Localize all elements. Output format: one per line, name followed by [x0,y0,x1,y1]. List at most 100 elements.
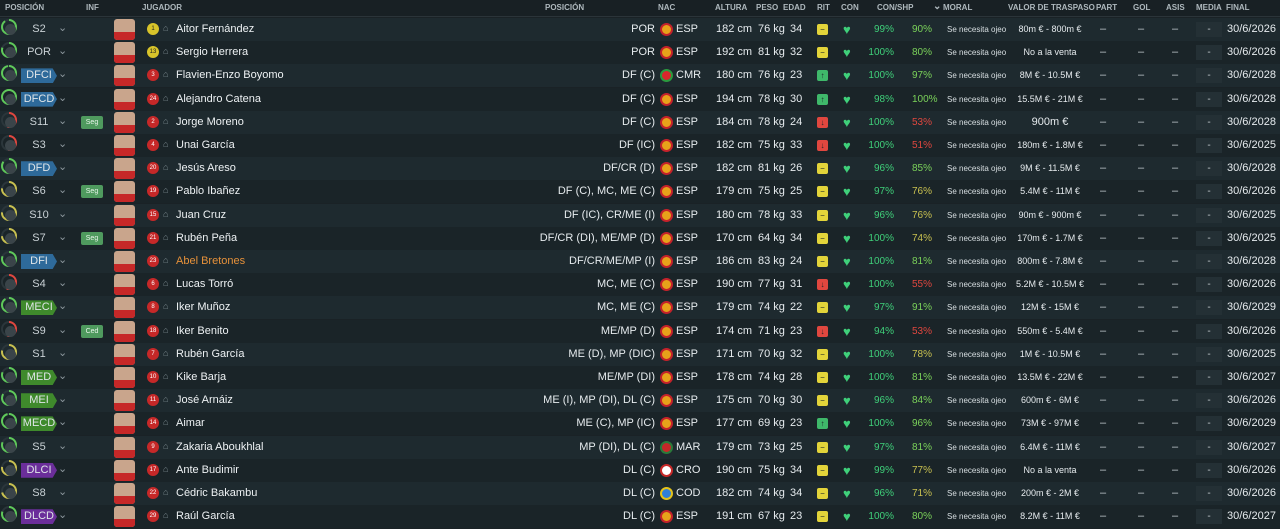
player-avatar[interactable] [114,483,135,504]
chevron-down-icon[interactable]: ⌄ [58,137,67,150]
player-avatar[interactable] [114,19,135,40]
nation-flag-icon[interactable] [660,510,673,524]
chevron-down-icon[interactable]: ⌄ [58,91,67,104]
table-row[interactable]: S4 ⌄ 6 ⌂ Lucas Torró MC, ME (C) ESP 190 cm 77 kg… [0,273,1280,297]
player-name[interactable]: Kike Barja [176,371,226,383]
squad-position-selector[interactable]: S1 [21,347,57,362]
chevron-down-icon[interactable]: ⌄ [58,276,67,289]
select-indicator[interactable] [5,372,16,383]
select-indicator[interactable] [5,116,16,128]
header-con[interactable]: CON [841,3,859,12]
select-indicator[interactable] [5,232,16,244]
player-name[interactable]: Juan Cruz [176,209,226,221]
player-name[interactable]: Aitor Fernández [176,23,254,35]
table-row[interactable]: DFI ⌄ 23 ⌂ Abel Bretones DF/CR/ME/MP (I) ESP 18… [0,250,1280,273]
player-name[interactable]: Abel Bretones [176,255,245,267]
sort-chevron-icon[interactable]: ⌄ [933,1,941,12]
squad-position-selector[interactable]: S9 [21,324,57,339]
nation-flag-icon[interactable] [660,255,673,268]
squad-position-selector[interactable]: S4 [21,277,57,292]
nation-flag-icon[interactable] [660,417,673,431]
table-row[interactable]: S10 ⌄ 15 ⌂ Juan Cruz DF (IC), CR/ME (I) ESP 180… [0,203,1280,227]
player-name[interactable]: Ante Budimir [176,464,239,476]
header-nac[interactable]: NAC [658,3,675,12]
select-indicator[interactable] [5,348,16,360]
table-row[interactable]: MECD ⌄ 14 ⌂ Aimar ME (C), MP (IC) ESP 177 cm 69 … [0,412,1280,436]
chevron-down-icon[interactable]: ⌄ [58,253,67,266]
table-row[interactable]: S3 ⌄ 4 ⌂ Unai García DF (IC) ESP 182 cm 75 kg 33 ↓… [0,134,1280,157]
select-indicator[interactable] [5,93,16,105]
nation-flag-icon[interactable] [660,23,673,36]
squad-position-selector[interactable]: DFCD [21,91,57,107]
player-name[interactable]: Iker Benito [176,325,229,337]
squad-position-selector[interactable]: MED [21,370,57,385]
table-row[interactable]: S5 ⌄ 9 ⌂ Zakaria Aboukhlal MP (DI), DL (C) MAR… [0,435,1280,459]
squad-position-selector[interactable]: DLCI [21,462,57,478]
chevron-down-icon[interactable]: ⌄ [58,21,67,34]
chevron-down-icon[interactable]: ⌄ [58,392,67,405]
header-edad[interactable]: EDAD [783,3,806,12]
nation-flag-icon[interactable] [660,185,673,199]
chevron-down-icon[interactable]: ⌄ [58,323,67,336]
player-avatar[interactable] [114,297,135,319]
squad-position-selector[interactable]: S10 [21,208,57,223]
nation-flag-icon[interactable] [660,208,673,222]
chevron-down-icon[interactable]: ⌄ [58,485,67,498]
nation-flag-icon[interactable] [660,69,673,83]
chevron-down-icon[interactable]: ⌄ [58,160,67,173]
select-indicator[interactable] [5,464,16,476]
nation-flag-icon[interactable] [660,115,673,129]
squad-position-selector[interactable]: DFI [21,254,57,269]
table-row[interactable]: DLCI ⌄ 17 ⌂ Ante Budimir DL (C) CRO 190 cm 75 kg… [0,458,1280,482]
table-row[interactable]: DFD ⌄ 20 ⌂ Jesús Areso DF/CR (D) ESP 182 cm 81 k… [0,157,1280,181]
table-row[interactable]: S6 ⌄ Seg 19 ⌂ Pablo Ibañez DF (C), MC, ME (C) E… [0,180,1280,204]
select-indicator[interactable] [5,325,16,337]
nation-flag-icon[interactable] [660,394,673,408]
header-posicion[interactable]: POSICIÓN [5,3,44,12]
player-avatar[interactable] [114,88,135,110]
player-name[interactable]: Raúl García [176,510,235,522]
squad-position-selector[interactable]: S5 [21,440,57,455]
nation-flag-icon[interactable] [660,162,673,176]
header-conshp[interactable]: CON/SHP [877,3,913,12]
squad-position-selector[interactable]: S2 [21,22,57,37]
squad-position-selector[interactable]: S3 [21,138,57,153]
header-valor[interactable]: VALOR DE TRASPASO [1008,3,1095,12]
player-avatar[interactable] [114,413,135,435]
header-final[interactable]: FINAL [1226,3,1250,12]
chevron-down-icon[interactable]: ⌄ [58,346,67,359]
player-avatar[interactable] [114,135,135,156]
select-indicator[interactable] [5,488,16,499]
player-avatar[interactable] [114,390,135,412]
select-indicator[interactable] [5,441,16,453]
nation-flag-icon[interactable] [660,440,673,454]
table-row[interactable]: MED ⌄ 10 ⌂ Kike Barja ME/MP (DI) ESP 178 cm 74 k… [0,366,1280,389]
chevron-down-icon[interactable]: ⌄ [58,439,67,452]
squad-position-selector[interactable]: S8 [21,486,57,501]
player-avatar[interactable] [114,367,135,388]
nation-flag-icon[interactable] [660,92,673,106]
player-name[interactable]: Iker Muñoz [176,301,230,313]
squad-position-selector[interactable]: POR [21,45,57,60]
player-name[interactable]: Jorge Moreno [176,116,244,128]
player-name[interactable]: Cédric Bakambu [176,487,257,499]
nation-flag-icon[interactable] [660,487,673,500]
nation-flag-icon[interactable] [660,46,673,60]
table-row[interactable]: MECI ⌄ 8 ⌂ Iker Muñoz MC, ME (C) ESP 179 cm 74 k… [0,296,1280,320]
nation-flag-icon[interactable] [660,463,673,477]
chevron-down-icon[interactable]: ⌄ [58,415,67,428]
nation-flag-icon[interactable] [660,139,673,152]
select-indicator[interactable] [5,209,16,221]
table-row[interactable]: S1 ⌄ 7 ⌂ Rubén García ME (D), MP (DIC) ESP 171 … [0,342,1280,366]
chevron-down-icon[interactable]: ⌄ [58,67,67,80]
header-altura[interactable]: ALTURA [715,3,747,12]
squad-position-selector[interactable]: MEI [21,393,57,409]
squad-position-selector[interactable]: S6 [21,184,57,199]
header-posicion-detail[interactable]: POSICIÓN [545,3,584,12]
nation-flag-icon[interactable] [660,231,673,245]
player-name[interactable]: Lucas Torró [176,278,233,290]
player-name[interactable]: Aimar [176,417,205,429]
nation-flag-icon[interactable] [660,371,673,384]
header-gol[interactable]: GOL [1133,3,1150,12]
player-avatar[interactable] [114,436,135,458]
